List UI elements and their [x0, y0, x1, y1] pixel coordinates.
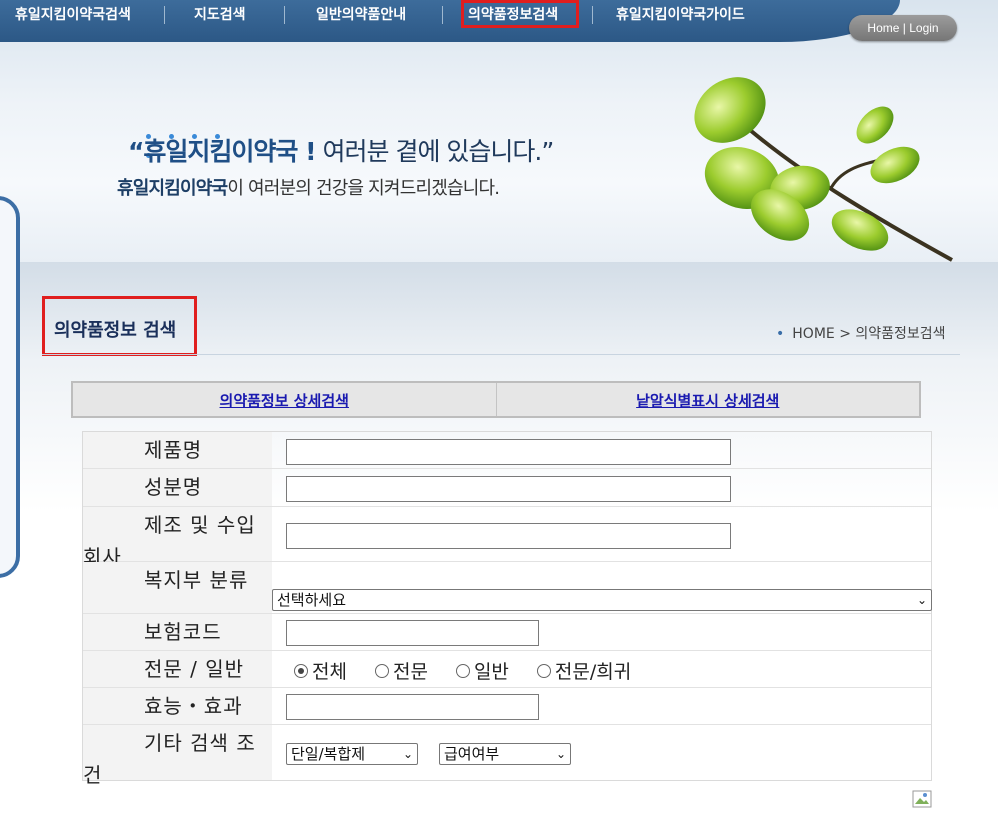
row-company: 제조 및 수입 회사 [83, 507, 931, 569]
drug-type-radio-group: 전체 전문 일반 전문/희귀 [294, 657, 631, 684]
leaves-illustration [694, 77, 953, 262]
top-nav-bar: 휴일지킴이약국검색 지도검색 일반의약품안내 의약품정보검색 휴일지킴이약국가이… [0, 0, 900, 42]
breadcrumb-separator: > [839, 326, 851, 342]
banner-headline-strong: “휴일지킴이약국 ! [128, 137, 317, 166]
broken-image-icon [912, 790, 932, 808]
efficacy-label: 효능・효과 [83, 688, 272, 724]
radio-rare-circle[interactable] [536, 663, 551, 678]
insurance-code-input[interactable] [286, 620, 539, 646]
other-conditions-label: 기타 검색 조 건 [83, 725, 272, 787]
row-product-name: 제품명 [83, 432, 931, 469]
insurance-code-label: 보험코드 [83, 614, 272, 650]
home-link[interactable]: Home [867, 21, 899, 35]
banner-headline-rest: 여러분 곁에 있습니다.” [315, 137, 554, 166]
radio-general-circle[interactable] [455, 663, 470, 678]
company-label: 제조 및 수입 회사 [83, 507, 272, 569]
nav-item-otc-guide[interactable]: 일반의약품안내 [316, 4, 406, 26]
coverage-select[interactable]: 급여여부 ⌄ [439, 743, 571, 765]
breadcrumb-current: 의약품정보검색 [855, 326, 946, 342]
drug-type-label: 전문 / 일반 [83, 651, 272, 687]
compound-select[interactable]: 단일/복합제 ⌄ [286, 743, 418, 765]
breadcrumb: • HOME > 의약품정보검색 [776, 323, 946, 343]
compound-select-value: 단일/복합제 [291, 745, 366, 763]
chevron-down-icon: ⌄ [402, 747, 413, 761]
company-input[interactable] [286, 523, 731, 549]
tab-pill-identification-search[interactable]: 낱알식별표시 상세검색 [497, 383, 920, 416]
tab-drug-info-detail-search[interactable]: 의약품정보 상세검색 [73, 383, 497, 416]
ingredient-label: 성분명 [83, 469, 272, 506]
radio-general[interactable]: 일반 [455, 657, 509, 684]
banner-subline-rest: 이 여러분의 건강을 지켜드리겠습니다. [227, 178, 500, 199]
banner-dots [146, 124, 246, 158]
left-side-panel [0, 196, 20, 578]
radio-prescription[interactable]: 전문 [374, 657, 428, 684]
nav-separator [592, 6, 593, 24]
radio-rare-label: 전문/희귀 [554, 661, 632, 683]
active-nav-highlight [461, 0, 579, 28]
breadcrumb-home[interactable]: HOME [792, 326, 834, 342]
radio-prescription-circle[interactable] [374, 663, 389, 678]
company-label-line1: 제조 및 수입 [144, 513, 256, 537]
search-form: 제품명 성분명 제조 및 수입 회사 복지부 분류 선택하세요 ⌄ 보험코드 전… [82, 431, 932, 787]
category-select[interactable]: 선택하세요 ⌄ [272, 589, 932, 611]
banner-subline: 휴일지킴이약국이 여러분의 건강을 지켜드리겠습니다. [117, 174, 500, 200]
product-name-label: 제품명 [83, 432, 272, 468]
nav-item-pharmacy-guide[interactable]: 휴일지킴이약국가이드 [616, 4, 745, 26]
chevron-down-icon: ⌄ [916, 593, 927, 607]
nav-item-holiday-pharmacy-search[interactable]: 휴일지킴이약국검색 [15, 4, 131, 26]
login-link[interactable]: Login [909, 21, 938, 35]
nav-separator [284, 6, 285, 24]
chevron-down-icon: ⌄ [555, 747, 566, 761]
nav-separator [164, 6, 165, 24]
product-name-input[interactable] [286, 439, 731, 465]
radio-all-circle[interactable] [294, 663, 308, 678]
radio-general-label: 일반 [473, 661, 509, 683]
coverage-select-value: 급여여부 [444, 745, 500, 763]
radio-rare[interactable]: 전문/희귀 [536, 657, 632, 684]
row-drug-type: 전문 / 일반 전체 전문 일반 전문/희귀 [83, 651, 931, 688]
row-insurance-code: 보험코드 [83, 614, 931, 651]
row-ingredient: 성분명 [83, 469, 931, 507]
breadcrumb-bullet: • [776, 326, 785, 342]
page-title: 의약품정보 검색 [54, 320, 177, 341]
banner-subline-strong: 휴일지킴이약국 [117, 178, 228, 199]
efficacy-input[interactable] [286, 694, 539, 720]
radio-prescription-label: 전문 [392, 661, 428, 683]
radio-all[interactable]: 전체 [294, 657, 347, 684]
title-divider [42, 354, 960, 355]
other-conditions-label-line2: 건 [83, 763, 103, 787]
category-select-value: 선택하세요 [277, 591, 347, 609]
row-other-conditions: 기타 검색 조 건 단일/복합제 ⌄ 급여여부 ⌄ [83, 725, 931, 787]
search-type-tabs: 의약품정보 상세검색 낱알식별표시 상세검색 [71, 381, 921, 418]
category-label: 복지부 분류 [83, 562, 272, 613]
home-login-button: Home | Login [849, 15, 957, 41]
row-efficacy: 효능・효과 [83, 688, 931, 725]
other-conditions-label-line1: 기타 검색 조 [144, 731, 256, 755]
ingredient-input[interactable] [286, 476, 731, 502]
banner-headline: “휴일지킴이약국 ! 여러분 곁에 있습니다.” [128, 132, 554, 168]
nav-item-map-search[interactable]: 지도검색 [194, 4, 246, 26]
radio-all-label: 전체 [312, 661, 347, 683]
row-category: 복지부 분류 선택하세요 ⌄ [83, 562, 932, 614]
nav-separator [442, 6, 443, 24]
